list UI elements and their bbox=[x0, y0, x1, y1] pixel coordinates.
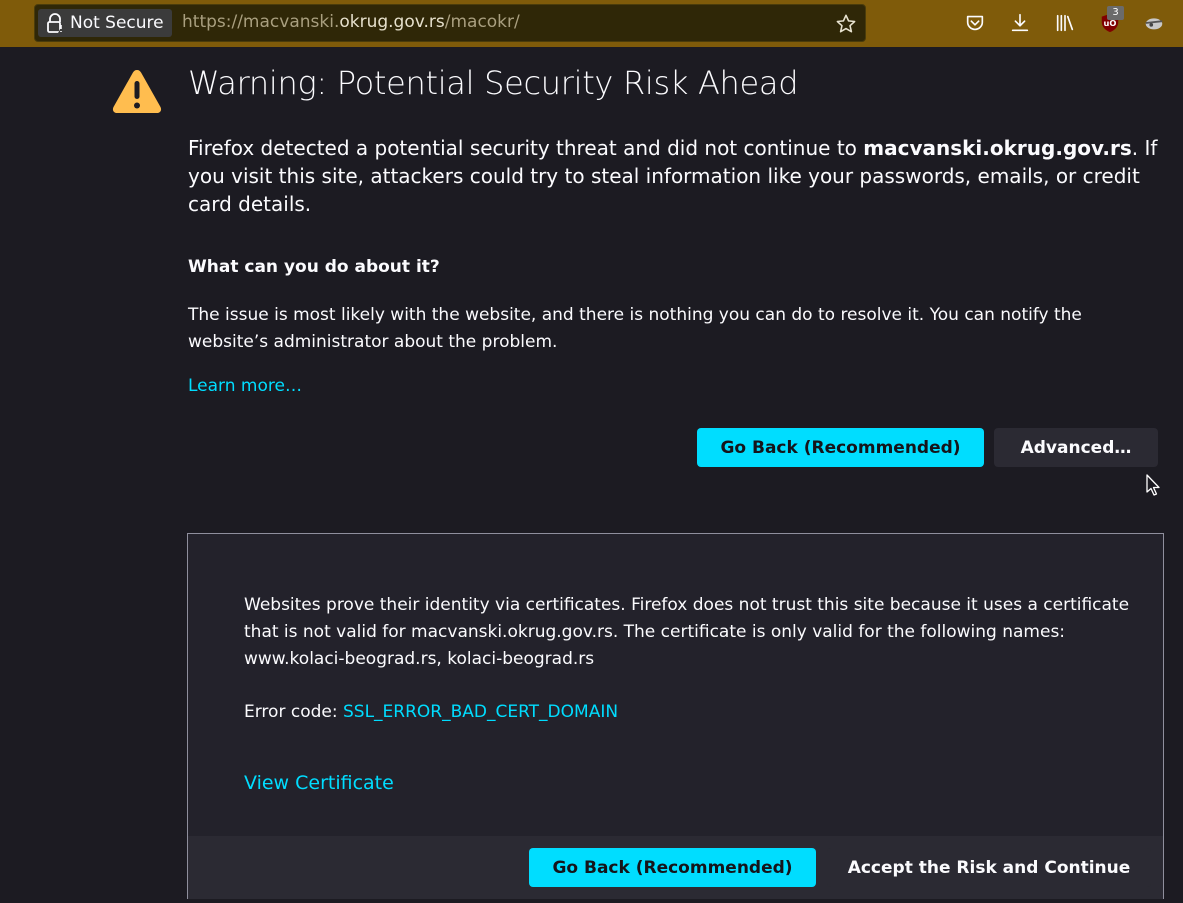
url-prefix: https://macvanski. bbox=[182, 12, 340, 32]
go-back-button[interactable]: Go Back (Recommended) bbox=[697, 428, 984, 467]
pocket-icon[interactable] bbox=[964, 12, 986, 34]
advanced-panel-footer: Go Back (Recommended) Accept the Risk an… bbox=[188, 836, 1163, 899]
library-icon[interactable] bbox=[1054, 12, 1076, 34]
bookmark-star-icon[interactable] bbox=[835, 13, 857, 35]
mouse-cursor-icon bbox=[1146, 474, 1160, 496]
advanced-button[interactable]: Advanced… bbox=[994, 428, 1158, 467]
accept-risk-button[interactable]: Accept the Risk and Continue bbox=[827, 848, 1151, 887]
browser-toolbar: Not Secure https://macvanski.okrug.gov.r… bbox=[0, 0, 1183, 47]
intro-text-start: Firefox detected a potential security th… bbox=[188, 136, 864, 160]
warning-triangle-icon bbox=[112, 70, 162, 113]
insecure-lock-icon bbox=[47, 13, 64, 33]
certificate-explanation: Websites prove their identity via certif… bbox=[244, 595, 1130, 669]
learn-more-link[interactable]: Learn more… bbox=[188, 376, 302, 396]
ublock-badge-count: 3 bbox=[1107, 6, 1124, 20]
url-bar[interactable]: Not Secure https://macvanski.okrug.gov.r… bbox=[34, 4, 866, 42]
issue-description: The issue is most likely with the websit… bbox=[188, 305, 1082, 352]
site-identity-button[interactable]: Not Secure bbox=[38, 9, 172, 37]
error-code-label: Error code: bbox=[244, 702, 343, 722]
url-text[interactable]: https://macvanski.okrug.gov.rs/macokr/ bbox=[182, 12, 520, 32]
advanced-go-back-button[interactable]: Go Back (Recommended) bbox=[529, 848, 816, 887]
downloads-icon[interactable] bbox=[1009, 12, 1031, 34]
intro-text: Firefox detected a potential security th… bbox=[188, 134, 1158, 218]
not-secure-label: Not Secure bbox=[70, 13, 164, 33]
error-code-link[interactable]: SSL_ERROR_BAD_CERT_DOMAIN bbox=[343, 702, 618, 722]
intro-host: macvanski.okrug.gov.rs bbox=[863, 136, 1132, 160]
extension-helmet-icon[interactable] bbox=[1143, 12, 1165, 34]
advanced-panel: Websites prove their identity via certif… bbox=[187, 533, 1164, 899]
view-certificate-link[interactable]: View Certificate bbox=[244, 772, 394, 794]
error-code-line: Error code: SSL_ERROR_BAD_CERT_DOMAIN bbox=[244, 702, 618, 722]
url-path: /macokr/ bbox=[444, 12, 520, 32]
page-title: Warning: Potential Security Risk Ahead bbox=[188, 64, 799, 102]
what-can-you-do-heading: What can you do about it? bbox=[188, 257, 440, 277]
url-host: okrug.gov.rs bbox=[339, 12, 445, 32]
